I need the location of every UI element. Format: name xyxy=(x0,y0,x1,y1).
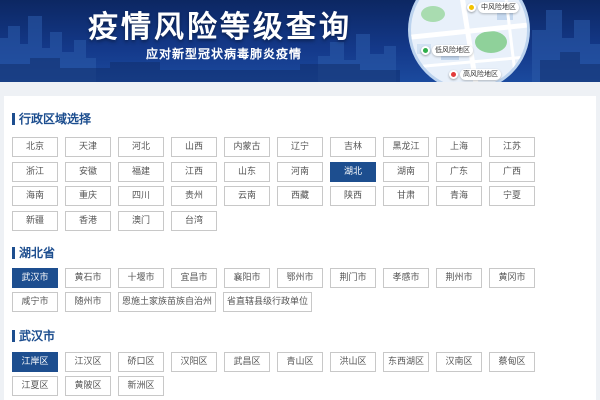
map-park xyxy=(421,6,445,22)
heading-accent-bar xyxy=(12,330,15,342)
district-option-jiangan[interactable]: 江岸区 xyxy=(12,352,58,372)
city-heading: 武汉市 xyxy=(12,329,212,343)
page-subtitle: 应对新型冠状病毒肺炎疫情 xyxy=(146,47,303,61)
header-banner: 疫情风险等级查询 应对新型冠状病毒肺炎疫情 中风险地区 低风险地区 高风险地区 xyxy=(0,0,600,82)
medium-risk-legend-label: 中风险地区 xyxy=(478,2,519,13)
high-risk-legend-label: 高风险地区 xyxy=(460,69,501,80)
city-title: 武汉市 xyxy=(19,329,56,343)
wuhan-district-section: 武汉市 江岸区 江汉区 硚口区 汉阳区 武昌区 青山区 洪山区 东西湖区 汉南区… xyxy=(4,96,596,400)
low-risk-legend-label: 低风险地区 xyxy=(432,45,473,56)
district-option-jianghan[interactable]: 江汉区 xyxy=(65,352,111,372)
low-risk-marker-icon xyxy=(421,46,430,55)
district-option-qingshan[interactable]: 青山区 xyxy=(277,352,323,372)
district-option-dongxihu[interactable]: 东西湖区 xyxy=(383,352,429,372)
district-option-hanyang[interactable]: 汉阳区 xyxy=(171,352,217,372)
medium-risk-marker-icon xyxy=(467,3,476,12)
district-option-qiaokou[interactable]: 硚口区 xyxy=(118,352,164,372)
map-park xyxy=(475,31,507,53)
district-option-wuchang[interactable]: 武昌区 xyxy=(224,352,270,372)
option-row: 江夏区 黄陂区 新洲区 xyxy=(12,376,164,396)
district-option-jiangxia[interactable]: 江夏区 xyxy=(12,376,58,396)
content-panel: 行政区域选择 北京 天津 河北 山西 内蒙古 辽宁 吉林 黑龙江 上海 江苏 浙… xyxy=(4,96,596,400)
high-risk-marker-icon xyxy=(449,70,458,79)
district-option-hannan[interactable]: 汉南区 xyxy=(436,352,482,372)
district-option-huangpi[interactable]: 黄陂区 xyxy=(65,376,111,396)
option-row: 江岸区 江汉区 硚口区 汉阳区 武昌区 青山区 洪山区 东西湖区 汉南区 蔡甸区 xyxy=(12,352,535,372)
district-option-hongshan[interactable]: 洪山区 xyxy=(330,352,376,372)
page-title: 疫情风险等级查询 xyxy=(88,10,352,45)
district-option-xinzhou[interactable]: 新洲区 xyxy=(118,376,164,396)
district-option-caidian[interactable]: 蔡甸区 xyxy=(489,352,535,372)
